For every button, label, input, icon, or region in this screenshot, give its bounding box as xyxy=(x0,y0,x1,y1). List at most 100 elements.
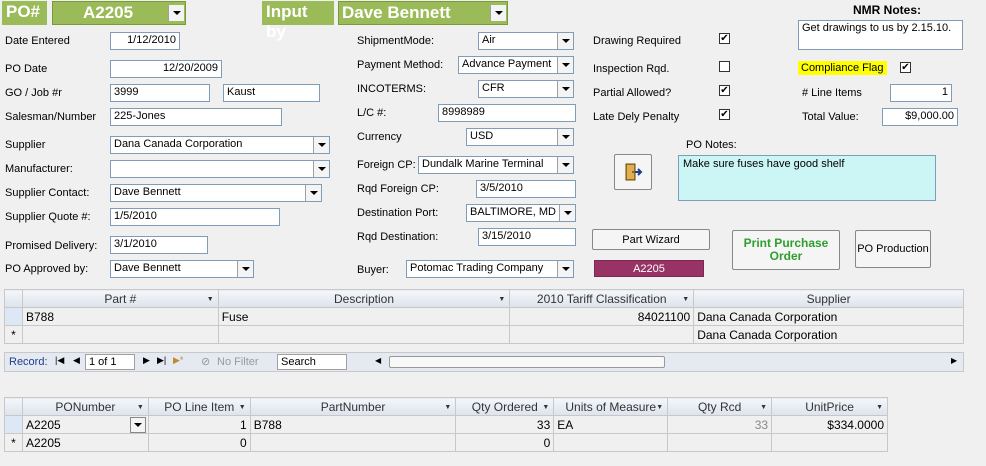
cell-part-number[interactable] xyxy=(21,325,219,344)
cell-unit-price[interactable] xyxy=(771,433,888,452)
table-row-new[interactable]: * A2205 0 0 xyxy=(4,433,888,452)
cell-units[interactable]: EA xyxy=(553,415,669,434)
cell-unit-price[interactable]: $334.0000 xyxy=(771,415,888,434)
col-ponumber[interactable]: PONumber ▼ xyxy=(21,397,149,416)
chevron-down-icon[interactable] xyxy=(490,5,506,21)
previous-record-icon[interactable]: ◀ xyxy=(73,355,80,366)
table-row[interactable]: B788 Fuse 84021100 Dana Canada Corporati… xyxy=(4,307,964,326)
line-items-field[interactable]: 1 xyxy=(890,84,952,102)
incoterms-combo[interactable]: CFR xyxy=(478,80,574,98)
scroll-left-icon[interactable]: ◀ xyxy=(375,356,381,365)
chevron-down-icon[interactable] xyxy=(557,261,573,277)
sort-arrow-icon[interactable]: ▼ xyxy=(682,296,689,303)
payment-method-combo[interactable]: Advance Payment xyxy=(458,56,574,74)
late-penalty-checkbox[interactable]: ✔ xyxy=(719,109,730,120)
date-entered-field[interactable]: 1/12/2010 xyxy=(110,32,180,50)
drawing-required-checkbox[interactable]: ✔ xyxy=(719,33,730,44)
sort-arrow-icon[interactable]: ▼ xyxy=(760,404,767,411)
cell-part-number[interactable]: B788 xyxy=(21,307,219,326)
compliance-flag-checkbox[interactable]: ✔ xyxy=(900,62,911,73)
po-notes-field[interactable]: Make sure fuses have good shelf xyxy=(678,155,936,201)
go-job-field[interactable]: 3999 xyxy=(110,84,210,102)
next-record-icon[interactable]: ▶ xyxy=(143,355,150,366)
exit-button[interactable] xyxy=(614,154,652,190)
table-row[interactable]: A2205 1 B788 33 EA 33 $334.0000 xyxy=(4,415,888,434)
sort-arrow-icon[interactable]: ▼ xyxy=(498,296,505,303)
col-qty-ordered[interactable]: Qty Ordered ▼ xyxy=(455,397,555,416)
new-record-marker[interactable]: * xyxy=(4,325,23,344)
cell-po-line-item[interactable]: 0 xyxy=(147,433,251,452)
col-unit-price[interactable]: UnitPrice ▼ xyxy=(771,397,888,416)
cell-ponumber[interactable]: A2205 xyxy=(21,415,149,434)
supplier-contact-combo[interactable]: Dave Bennett xyxy=(110,184,322,202)
sort-arrow-icon[interactable]: ▼ xyxy=(656,404,663,411)
print-po-button[interactable]: Print Purchase Order xyxy=(732,230,840,270)
po-production-button[interactable]: PO Production xyxy=(855,230,931,268)
cell-part-number[interactable]: B788 xyxy=(249,415,457,434)
table-row-new[interactable]: * Dana Canada Corporation xyxy=(4,325,964,344)
input-by-combo[interactable]: Dave Bennett xyxy=(338,1,508,25)
new-record-marker[interactable]: * xyxy=(4,433,23,452)
shipment-mode-combo[interactable]: Air xyxy=(478,32,574,50)
horizontal-scrollbar-thumb[interactable] xyxy=(389,356,665,368)
foreign-cp-combo[interactable]: Dundalk Marine Terminal xyxy=(418,156,574,174)
sort-arrow-icon[interactable]: ▼ xyxy=(137,404,144,411)
chevron-down-icon[interactable] xyxy=(305,185,321,201)
chevron-down-icon[interactable] xyxy=(237,261,253,277)
chevron-down-icon[interactable] xyxy=(557,33,573,49)
cell-qty-rcd[interactable]: 33 xyxy=(667,415,773,434)
col-units[interactable]: Units of Measure ▼ xyxy=(553,397,669,416)
no-filter-button[interactable]: No Filter xyxy=(217,356,259,368)
destination-port-combo[interactable]: BALTIMORE, MD xyxy=(466,204,576,222)
chevron-down-icon[interactable] xyxy=(557,157,573,173)
col-description[interactable]: Description ▼ xyxy=(217,289,511,308)
rqd-foreign-cp-field[interactable]: 3/5/2010 xyxy=(476,180,576,198)
lc-field[interactable]: 8998989 xyxy=(438,104,576,122)
col-part-number[interactable]: PartNumber ▼ xyxy=(249,397,457,416)
cell-description[interactable] xyxy=(217,325,511,344)
row-selector[interactable] xyxy=(4,415,23,434)
chevron-down-icon[interactable] xyxy=(559,205,575,221)
last-record-icon[interactable]: ▶| xyxy=(157,355,166,366)
cell-ponumber[interactable]: A2205 xyxy=(21,433,149,452)
cell-units[interactable] xyxy=(553,433,669,452)
cell-description[interactable]: Fuse xyxy=(217,307,511,326)
col-qty-rcd[interactable]: Qty Rcd ▼ xyxy=(667,397,773,416)
cell-qty-rcd[interactable] xyxy=(667,433,773,452)
first-record-icon[interactable]: |◀ xyxy=(55,355,64,366)
sort-arrow-icon[interactable]: ▼ xyxy=(239,404,246,411)
po-approved-combo[interactable]: Dave Bennett xyxy=(110,260,254,278)
chevron-down-icon[interactable] xyxy=(557,57,573,73)
supplier-quote-field[interactable]: 1/5/2010 xyxy=(110,208,280,226)
currency-combo[interactable]: USD xyxy=(466,128,574,146)
total-value-field[interactable]: $9,000.00 xyxy=(882,108,958,126)
cell-qty-ordered[interactable]: 33 xyxy=(455,415,555,434)
cell-tariff[interactable] xyxy=(509,325,695,344)
chevron-down-icon[interactable] xyxy=(168,5,184,21)
row-selector[interactable] xyxy=(4,307,23,326)
po-number-combo[interactable]: A2205 xyxy=(52,1,186,25)
search-input[interactable]: Search xyxy=(277,354,347,370)
sort-arrow-icon[interactable]: ▼ xyxy=(207,296,214,303)
chevron-down-icon[interactable] xyxy=(557,129,573,145)
supplier-combo[interactable]: Dana Canada Corporation xyxy=(110,136,330,154)
cell-part-number[interactable] xyxy=(249,433,457,452)
col-supplier[interactable]: Supplier xyxy=(693,289,964,308)
chevron-down-icon[interactable] xyxy=(313,137,329,153)
sort-arrow-icon[interactable]: ▼ xyxy=(876,404,883,411)
promised-delivery-field[interactable]: 3/1/2010 xyxy=(110,236,208,254)
part-wizard-button[interactable]: Part Wizard xyxy=(592,229,710,250)
cell-qty-ordered[interactable]: 0 xyxy=(455,433,555,452)
col-part-number[interactable]: Part # ▼ xyxy=(21,289,219,308)
po-date-field[interactable]: 12/20/2009 xyxy=(110,60,222,78)
inspection-checkbox[interactable] xyxy=(719,61,730,72)
record-number-field[interactable]: 1 of 1 xyxy=(85,354,135,370)
col-tariff[interactable]: 2010 Tariff Classification ▼ xyxy=(509,289,695,308)
row-selector-header[interactable] xyxy=(4,397,23,416)
partial-allowed-checkbox[interactable]: ✔ xyxy=(719,85,730,96)
cell-supplier[interactable]: Dana Canada Corporation xyxy=(693,325,964,344)
chevron-down-icon[interactable] xyxy=(557,81,573,97)
buyer-combo[interactable]: Potomac Trading Company xyxy=(406,260,574,278)
sort-arrow-icon[interactable]: ▼ xyxy=(444,404,451,411)
new-record-icon[interactable]: ▶* xyxy=(173,355,183,366)
